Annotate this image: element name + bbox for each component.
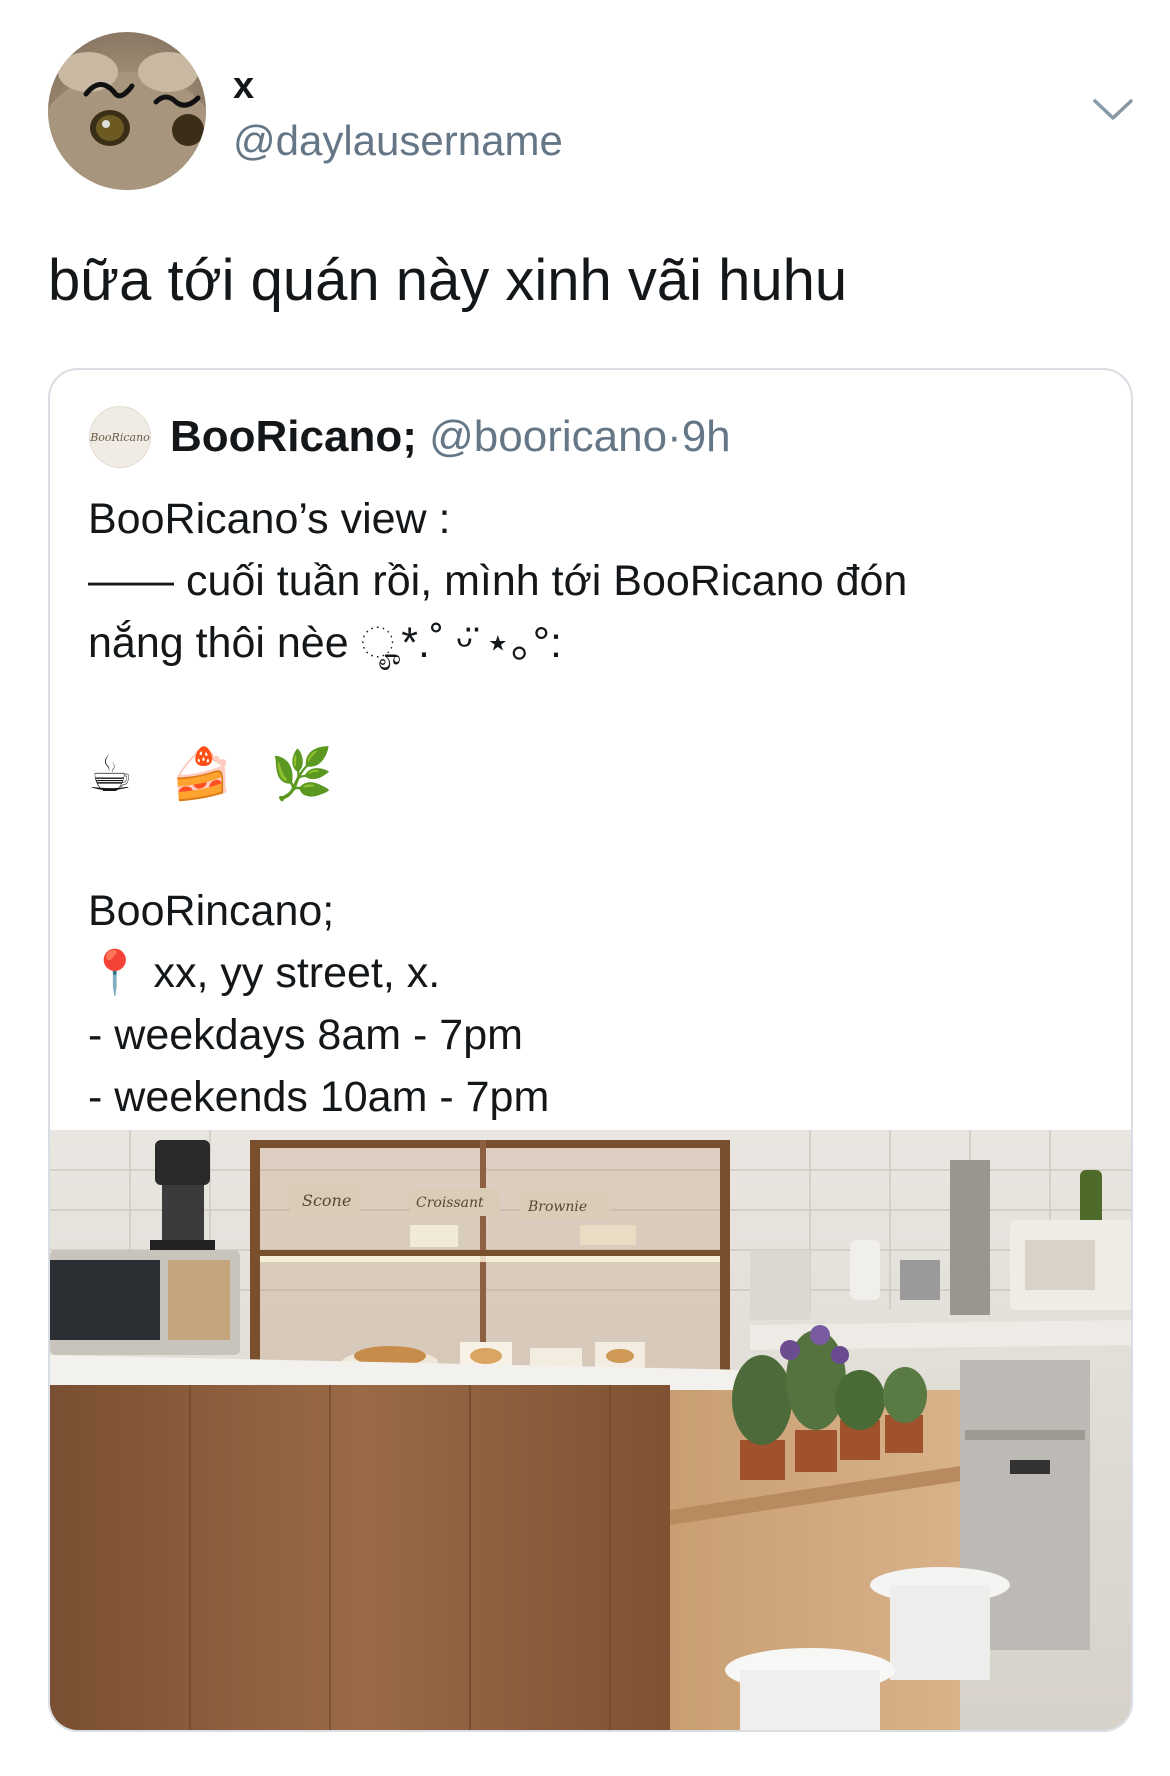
quoted-avatar[interactable]: BooRicano: [89, 406, 151, 468]
tweet-text: bữa tới quán này xinh vãi huhu: [48, 248, 848, 313]
sign-croissant: Croissant: [416, 1195, 484, 1211]
cat-face-avatar: [48, 52, 206, 190]
quoted-line: - weekends 10am - 7pm: [88, 1073, 550, 1121]
quoted-line: —— cuối tuần rồi, mình tới BooRicano đón: [88, 557, 908, 605]
quoted-line: 📍 xx, yy street, x.: [88, 949, 441, 997]
cafe-photo[interactable]: Scone Croissant Brownie: [50, 1130, 1131, 1730]
quoted-line: BooRicano’s view :: [88, 495, 451, 543]
quoted-line: [88, 818, 1098, 880]
quoted-line: [88, 674, 1098, 736]
author-display-name[interactable]: x: [233, 64, 254, 108]
chevron-down-icon[interactable]: [1092, 96, 1134, 124]
quoted-text: BooRicano’s view : —— cuối tuần rồi, mìn…: [88, 488, 1098, 1128]
quoted-avatar-label: BooRicano: [90, 430, 150, 444]
quoted-line: - weekdays 8am - 7pm: [88, 1011, 523, 1059]
sign-scone: Scone: [302, 1191, 351, 1210]
sign-brownie: Brownie: [527, 1199, 587, 1215]
quoted-emoji-line: ☕ 🍰 🌿: [88, 746, 346, 802]
quoted-separator: ·: [667, 412, 682, 461]
quoted-header: BooRicano; @booricano·9h: [170, 410, 731, 464]
author-avatar[interactable]: [48, 32, 206, 190]
cafe-counter-image: Scone Croissant Brownie: [50, 1130, 1131, 1730]
quoted-timestamp[interactable]: 9h: [682, 412, 731, 461]
quoted-display-name[interactable]: BooRicano;: [170, 412, 417, 461]
author-handle[interactable]: @daylausername: [233, 116, 563, 166]
quoted-line: BooRincano;: [88, 887, 335, 935]
tweet: x @daylausername bữa tới quán này xinh v…: [0, 0, 1170, 1776]
quoted-tweet-card[interactable]: BooRicano BooRicano; @booricano·9h BooRi…: [48, 368, 1133, 1732]
quoted-line: nắng thôi nèe ೄ*.˚ ᵕ̈ ⋆｡°:: [88, 619, 562, 667]
quoted-handle[interactable]: @booricano: [429, 412, 667, 461]
